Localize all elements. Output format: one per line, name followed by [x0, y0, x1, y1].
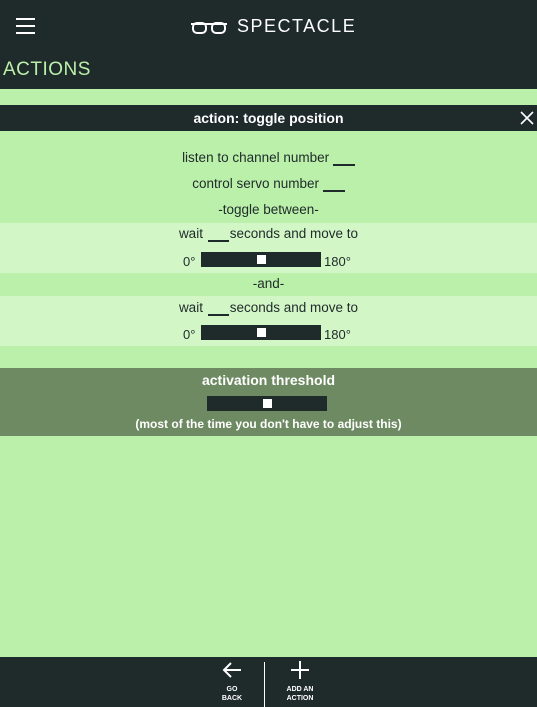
move-label: seconds and move to	[229, 300, 359, 315]
max-angle-label: 180°	[324, 254, 351, 269]
channel-number-input[interactable]	[332, 150, 355, 166]
slider-thumb[interactable]	[257, 255, 266, 264]
close-icon[interactable]	[520, 111, 534, 125]
min-angle-label: 0°	[183, 327, 196, 342]
add-action-button[interactable]: ADD AN ACTION	[280, 661, 320, 703]
max-angle-label: 180°	[324, 327, 351, 342]
brand: SPECTACLE	[190, 12, 356, 40]
channel-label: listen to channel number	[182, 150, 330, 165]
position-1-angle-row: 0° 180°	[0, 252, 537, 272]
position-1-angle-slider[interactable]	[201, 252, 321, 267]
position-2-seconds-input[interactable]	[207, 300, 229, 316]
go-back-button[interactable]: GO BACK	[212, 661, 252, 703]
spectacles-logo-icon	[191, 22, 227, 34]
servo-row: control servo number	[0, 176, 537, 192]
position-2-angle-slider[interactable]	[201, 325, 321, 340]
position-2-angle-row: 0° 180°	[0, 325, 537, 345]
position-1-wait-row: wait seconds and move to	[0, 226, 537, 242]
page-title: ACTIONS	[3, 59, 91, 80]
channel-row: listen to channel number	[0, 150, 537, 166]
activation-threshold-section: activation threshold (most of the time y…	[0, 368, 537, 436]
and-label: -and-	[252, 276, 285, 291]
action-card-header: action: toggle position	[0, 105, 537, 131]
threshold-slider[interactable]	[207, 396, 327, 411]
wait-label: wait	[178, 300, 203, 315]
toggle-between-label: -toggle between-	[218, 202, 319, 217]
add-action-label-2: ACTION	[286, 695, 314, 702]
threshold-title: activation threshold	[201, 372, 336, 388]
position-2-wait-row: wait seconds and move to	[0, 300, 537, 316]
action-title: action: toggle position	[193, 110, 344, 126]
servo-number-input[interactable]	[322, 176, 345, 192]
add-action-label-1: ADD AN	[286, 686, 314, 693]
slider-thumb[interactable]	[257, 328, 266, 337]
app-header: SPECTACLE ACTIONS	[0, 0, 537, 89]
plus-icon	[291, 661, 309, 679]
threshold-note: (most of the time you don't have to adju…	[135, 417, 402, 431]
wait-label: wait	[178, 226, 203, 241]
nav-divider	[264, 662, 265, 707]
servo-label: control servo number	[192, 176, 320, 191]
arrow-left-icon	[222, 662, 241, 678]
app-name: SPECTACLE	[237, 15, 357, 36]
min-angle-label: 0°	[183, 254, 196, 269]
position-1-seconds-input[interactable]	[207, 226, 229, 242]
go-back-label-1: GO	[226, 686, 238, 693]
slider-thumb[interactable]	[263, 399, 272, 408]
move-label: seconds and move to	[229, 226, 359, 241]
bottom-nav: GO BACK ADD AN ACTION	[0, 657, 537, 707]
menu-icon[interactable]	[16, 16, 36, 34]
go-back-label-2: BACK	[221, 695, 243, 702]
